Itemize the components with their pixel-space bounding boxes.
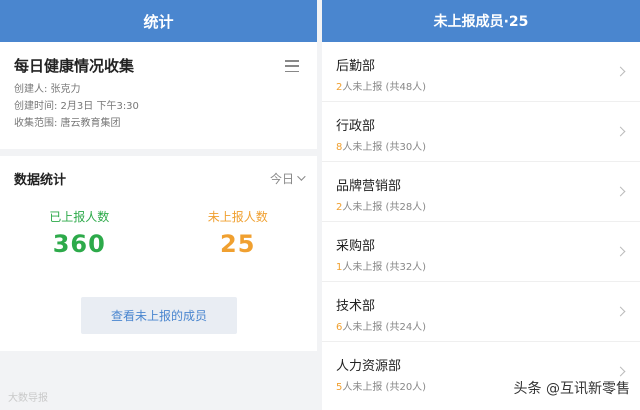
department-summary: 8人未上报 (共30人) bbox=[336, 138, 626, 153]
unreported-value: 25 bbox=[220, 230, 256, 258]
statistics-header-title: 统计 bbox=[143, 12, 174, 31]
statistics-panel: 统计 每日健康情况收集 创建人: 张克力 创建时间: 2月3日 下午3:30 收… bbox=[0, 0, 317, 410]
department-name: 后勤部 bbox=[336, 59, 376, 74]
department-summary-text: 人未上报 (共28人) bbox=[342, 202, 427, 213]
department-summary: 1人未上报 (共32人) bbox=[336, 258, 626, 273]
department-summary-text: 人未上报 (共20人) bbox=[342, 382, 427, 393]
department-row[interactable]: 行政部 8人未上报 (共30人) bbox=[322, 102, 640, 162]
department-row[interactable]: 后勤部 2人未上报 (共48人) bbox=[322, 42, 640, 102]
unreported-header-title: 未上报成员·25 bbox=[433, 14, 529, 30]
form-title: 每日健康情况收集 bbox=[14, 57, 135, 75]
unreported-members-panel: 未上报成员·25 后勤部 2人未上报 (共48人) 行政部 8人未上报 (共30… bbox=[322, 0, 640, 410]
department-summary-text: 人未上报 (共32人) bbox=[342, 262, 427, 273]
reported-stat: 已上报人数 360 bbox=[0, 208, 159, 290]
department-summary: 2人未上报 (共48人) bbox=[336, 78, 626, 93]
stats-numbers: 已上报人数 360 未上报人数 25 bbox=[0, 200, 317, 290]
period-label: 今日 bbox=[269, 171, 294, 186]
form-scope: 收集范围: 唐云教育集团 bbox=[14, 118, 121, 129]
form-creator: 创建人: 张克力 bbox=[14, 84, 81, 95]
unreported-stat: 未上报人数 25 bbox=[159, 208, 318, 290]
statistics-header: 统计 bbox=[0, 0, 317, 42]
reported-value: 360 bbox=[52, 230, 106, 258]
department-name: 人力资源部 bbox=[336, 359, 402, 374]
department-name: 采购部 bbox=[336, 239, 376, 254]
department-summary-text: 人未上报 (共48人) bbox=[342, 82, 427, 93]
unreported-header: 未上报成员·25 bbox=[322, 0, 640, 42]
period-dropdown[interactable]: 今日 bbox=[269, 170, 306, 187]
reported-label: 已上报人数 bbox=[49, 210, 110, 224]
unreported-label: 未上报人数 bbox=[207, 210, 268, 224]
department-name: 品牌营销部 bbox=[336, 179, 402, 194]
view-unreported-button[interactable]: 查看未上报的成员 bbox=[81, 297, 237, 334]
stats-card: 数据统计 今日 已上报人数 360 未上报人数 25 查看未上报的成员 bbox=[0, 156, 317, 351]
department-summary: 2人未上报 (共28人) bbox=[336, 198, 626, 213]
department-name: 技术部 bbox=[336, 299, 376, 314]
watermark-left: 大数导报 bbox=[8, 393, 48, 404]
department-row[interactable]: 品牌营销部 2人未上报 (共28人) bbox=[322, 162, 640, 222]
stats-header: 数据统计 今日 bbox=[0, 156, 317, 200]
department-row[interactable]: 技术部 6人未上报 (共24人) bbox=[322, 282, 640, 342]
department-summary: 6人未上报 (共24人) bbox=[336, 318, 626, 333]
form-created-time: 创建时间: 2月3日 下午3:30 bbox=[14, 101, 139, 112]
department-row[interactable]: 采购部 1人未上报 (共32人) bbox=[322, 222, 640, 282]
chevron-down-icon bbox=[297, 172, 306, 181]
department-summary-text: 人未上报 (共30人) bbox=[342, 142, 427, 153]
form-info-card[interactable]: 每日健康情况收集 创建人: 张克力 创建时间: 2月3日 下午3:30 收集范围… bbox=[0, 42, 317, 149]
stats-title: 数据统计 bbox=[14, 172, 67, 188]
form-meta: 创建人: 张克力 创建时间: 2月3日 下午3:30 收集范围: 唐云教育集团 bbox=[14, 81, 303, 132]
menu-icon[interactable] bbox=[285, 60, 299, 72]
department-name: 行政部 bbox=[336, 119, 376, 134]
app-root: 统计 每日健康情况收集 创建人: 张克力 创建时间: 2月3日 下午3:30 收… bbox=[0, 0, 640, 410]
department-summary-text: 人未上报 (共24人) bbox=[342, 322, 427, 333]
watermark-right: 头条 @互讯新零售 bbox=[511, 378, 632, 398]
